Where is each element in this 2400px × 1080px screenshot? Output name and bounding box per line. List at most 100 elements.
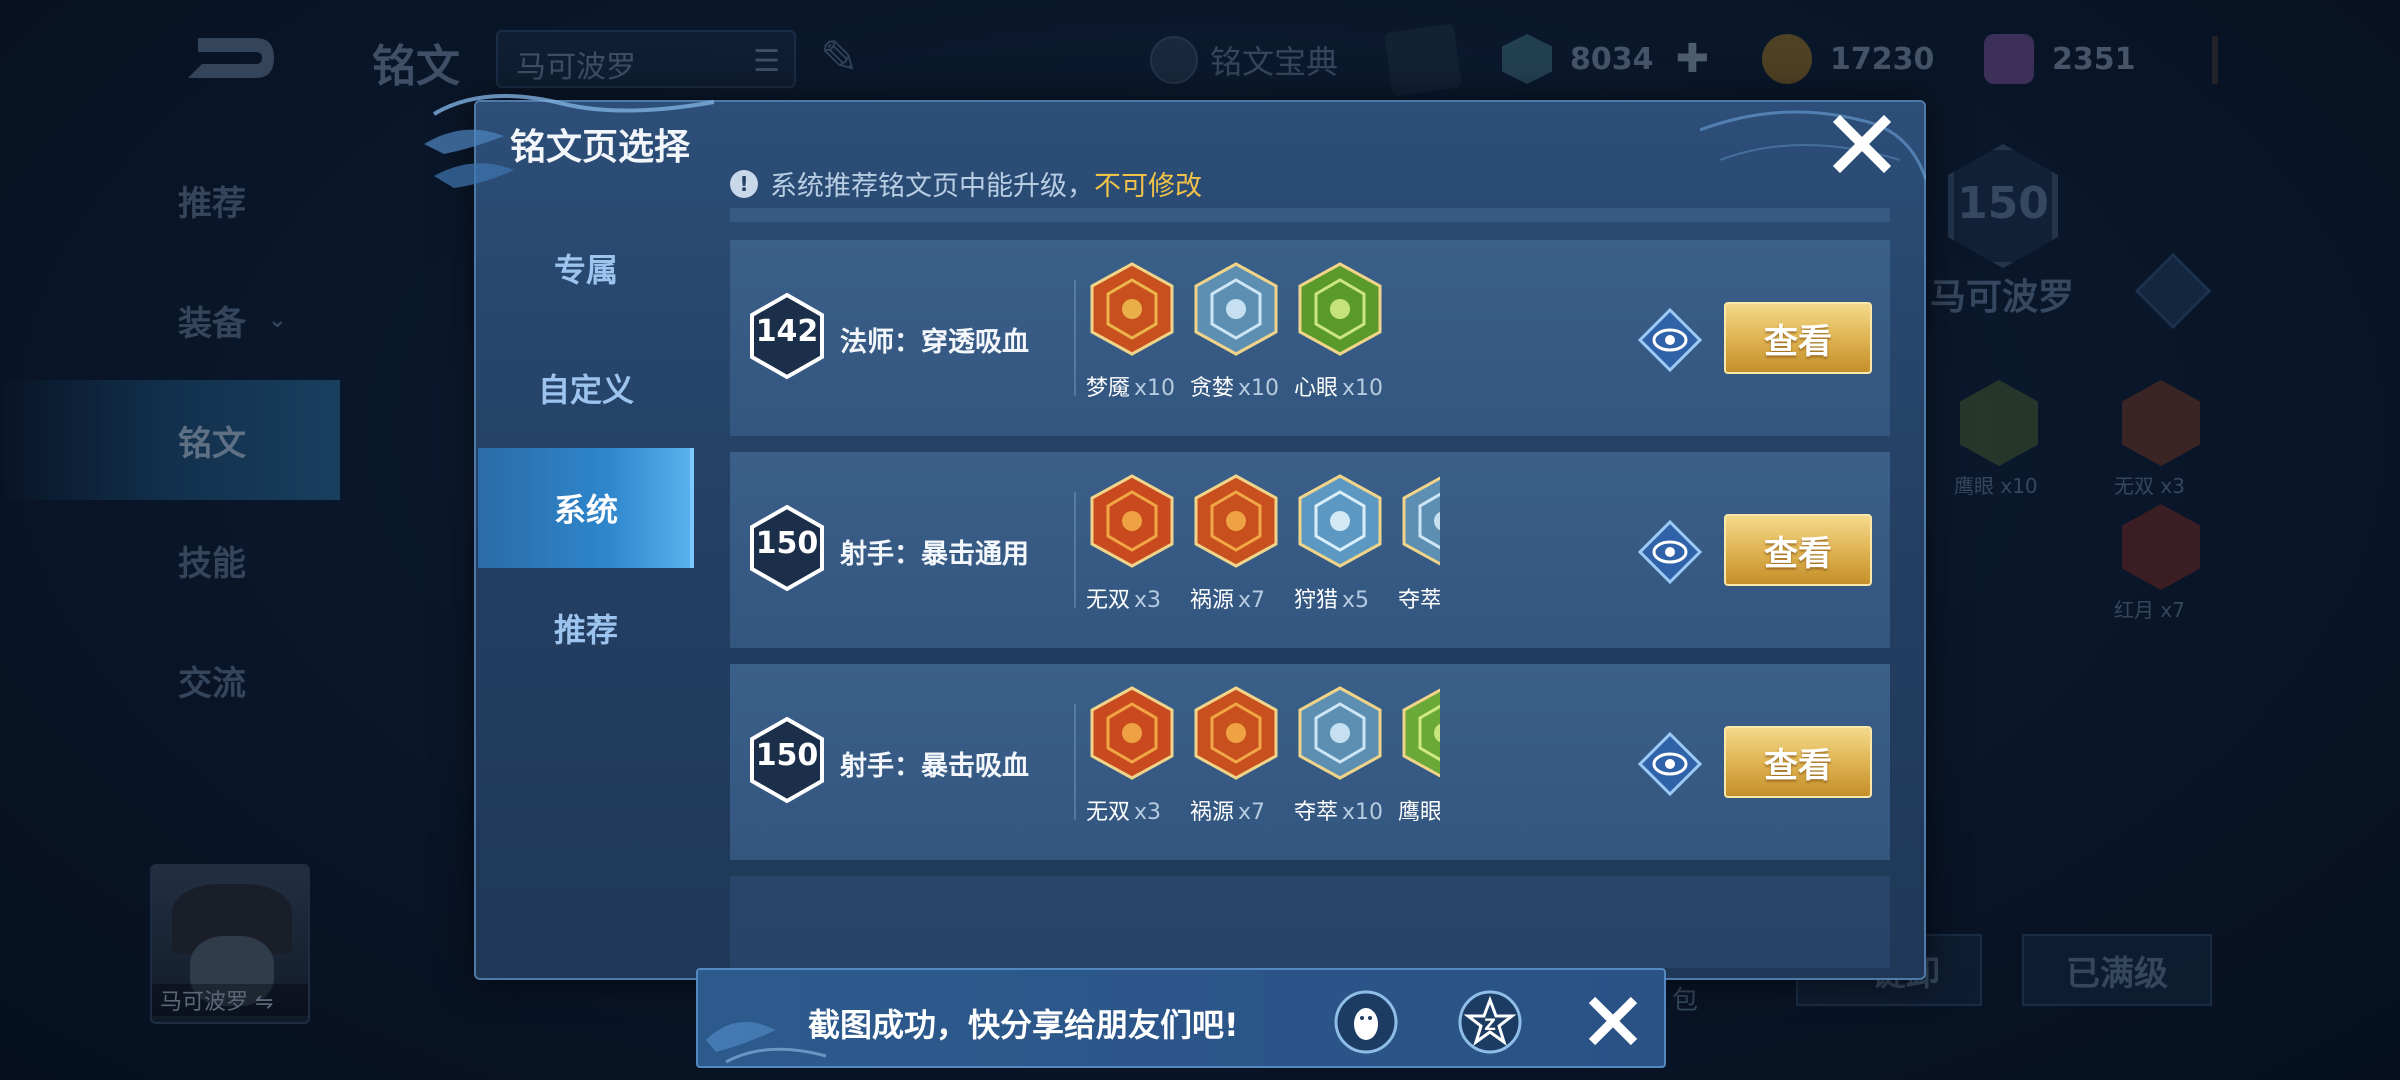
row-divider [1074, 280, 1076, 396]
row-name: 射手：暴击吸血 [840, 751, 1029, 782]
nav-item-equipment[interactable]: 装备 ⌄ [0, 260, 340, 380]
rune-strip: 梦魇 x10 贪婪 x10 心眼 x10 [1080, 262, 1440, 422]
nav-item-runes[interactable]: 铭文 [0, 380, 340, 500]
row-level: 150 [755, 526, 819, 561]
rune-icon [1090, 262, 1174, 356]
menu-icon[interactable] [2134, 252, 2212, 330]
currency-hexagon-gem: 8034 ✚ [1502, 34, 1709, 84]
rune-page-row[interactable]: 142 法师：穿透吸血 梦魇 x10 贪婪 x10 心眼 x10 查看 [730, 240, 1890, 436]
rune-icon [1298, 474, 1382, 568]
currency-value: 17230 [1830, 41, 1935, 77]
tab-system[interactable]: 系统 [478, 448, 694, 568]
rune-page-row[interactable]: 150 射手：暴击通用 无双 x3 祸源 x7 狩猎 x5 夺萃 查看 [730, 452, 1890, 648]
share-toast: 截图成功，快分享给朋友们吧! Z [696, 968, 1666, 1068]
codex-label: 铭文宝典 [1210, 43, 1339, 81]
rune-label: 祸源 x7 [1190, 588, 1266, 613]
rune-icon [1298, 262, 1382, 356]
list-top-strip [730, 208, 1890, 222]
codex-icon [1150, 36, 1198, 84]
rune-label: 无双 x3 [1086, 800, 1162, 825]
row-name: 法师：穿透吸血 [840, 327, 1029, 358]
rune-strip: 无双 x3 祸源 x7 [1080, 474, 1440, 634]
rune-label: 夺萃 [1398, 588, 1440, 613]
toast-text: 截图成功，快分享给朋友们吧! [808, 1006, 1239, 1044]
nav-item-skills[interactable]: 技能 [0, 500, 340, 620]
currency-gold-coin: 17230 [1762, 34, 1934, 84]
rune-strip: 无双 x3 祸源 x7 [1080, 686, 1440, 846]
svg-text:Z: Z [1484, 1015, 1496, 1034]
eye-icon [1637, 307, 1703, 373]
rune-icon [1402, 686, 1440, 780]
share-qq-button[interactable] [1334, 990, 1398, 1054]
rune-label: 梦魇 x10 [1086, 376, 1176, 401]
nav-item-recommend[interactable]: 推荐 [0, 140, 340, 260]
notification-icon[interactable] [2212, 36, 2248, 84]
rune-icon [1194, 474, 1278, 568]
swap-icon: ⇋ [255, 990, 274, 1015]
nav-item-community[interactable]: 交流 [0, 620, 340, 740]
hero-card[interactable]: 马可波罗 ⇋ [150, 864, 310, 1024]
row-level: 150 [755, 738, 819, 773]
view-button[interactable]: 查看 [1724, 302, 1872, 374]
hero-card-name: 马可波罗 ⇋ [152, 984, 308, 1016]
currency-value: 2351 [2052, 41, 2136, 77]
rune-label: 夺萃 x10 [1294, 800, 1384, 825]
preview-button[interactable] [1637, 307, 1703, 373]
tab-custom[interactable]: 自定义 [478, 328, 694, 448]
hero-select-value: 马可波罗 [516, 50, 636, 85]
tab-exclusive[interactable]: 专属 [478, 208, 694, 328]
share-qzone-button[interactable]: Z [1458, 990, 1522, 1054]
modal-title: 铭文页选择 [510, 127, 691, 168]
notice-warning: 不可修改 [1094, 171, 1202, 202]
rune-label: 无双 x3 [1086, 588, 1162, 613]
cards-icon[interactable] [1383, 23, 1463, 97]
hero-select[interactable]: 马可波罗 ☰ [496, 30, 796, 88]
tab-recommend[interactable]: 推荐 [478, 568, 694, 688]
rune-label: 祸源 x7 [1190, 800, 1266, 825]
rune-label: 鹰眼 x10 [1954, 474, 2038, 498]
modal-tabs: 专属 自定义 系统 推荐 [478, 208, 694, 688]
rune-page-row-partial[interactable] [730, 876, 1890, 968]
row-name: 射手：暴击通用 [840, 539, 1029, 570]
close-icon [1588, 996, 1638, 1046]
close-icon [1832, 114, 1892, 174]
toast-close-button[interactable] [1584, 992, 1642, 1050]
row-divider [1074, 492, 1076, 608]
hexagon-gem-icon [1502, 34, 1552, 84]
currency-value: 8034 [1570, 41, 1654, 77]
notice-text: 系统推荐铭文页中能升级，不可修改 [770, 171, 1202, 202]
rune-icon[interactable] [1960, 380, 2038, 466]
back-button[interactable] [178, 28, 278, 88]
info-icon: ! [730, 169, 758, 198]
row-divider [1074, 704, 1076, 820]
row-level: 142 [755, 314, 819, 349]
view-button[interactable]: 查看 [1724, 514, 1872, 586]
rune-page-row[interactable]: 150 射手：暴击吸血 无双 x3 祸源 x7 夺萃 x10 鹰眼 查看 [730, 664, 1890, 860]
preview-button[interactable] [1637, 519, 1703, 585]
gold-coin-icon [1762, 34, 1812, 84]
rune-icon [1194, 686, 1278, 780]
partial-text: 包 [1672, 986, 1699, 1016]
rune-icon[interactable] [2122, 380, 2200, 466]
rank-level: 150 [1957, 178, 2049, 229]
plus-icon[interactable]: ✚ [1676, 36, 1710, 82]
currency-purple-gem: 2351 [1984, 34, 2136, 84]
brush-icon[interactable]: ✎ [820, 30, 876, 86]
qzone-star-icon: Z [1458, 990, 1522, 1054]
rune-page-list[interactable]: 142 法师：穿透吸血 梦魇 x10 贪婪 x10 心眼 x10 查看 150 … [730, 208, 1890, 968]
rune-icon[interactable] [2122, 504, 2200, 590]
rune-label: 鹰眼 [1398, 800, 1440, 825]
rank-hero-name: 马可波罗 [1930, 277, 2075, 318]
maxed-button[interactable]: 已满级 [2022, 934, 2212, 1006]
list-icon: ☰ [753, 44, 780, 79]
rune-label: 贪婪 x10 [1190, 376, 1280, 401]
modal-close-button[interactable] [1830, 112, 1894, 176]
chevron-down-icon: ⌄ [268, 307, 287, 333]
codex-button[interactable]: 铭文宝典 [1150, 36, 1338, 84]
view-button[interactable]: 查看 [1724, 726, 1872, 798]
rune-label: 心眼 x10 [1294, 376, 1384, 401]
system-notice: ! 系统推荐铭文页中能升级，不可修改 [730, 164, 1202, 203]
purple-gem-icon [1984, 34, 2034, 84]
rune-icon [1194, 262, 1278, 356]
preview-button[interactable] [1637, 731, 1703, 797]
